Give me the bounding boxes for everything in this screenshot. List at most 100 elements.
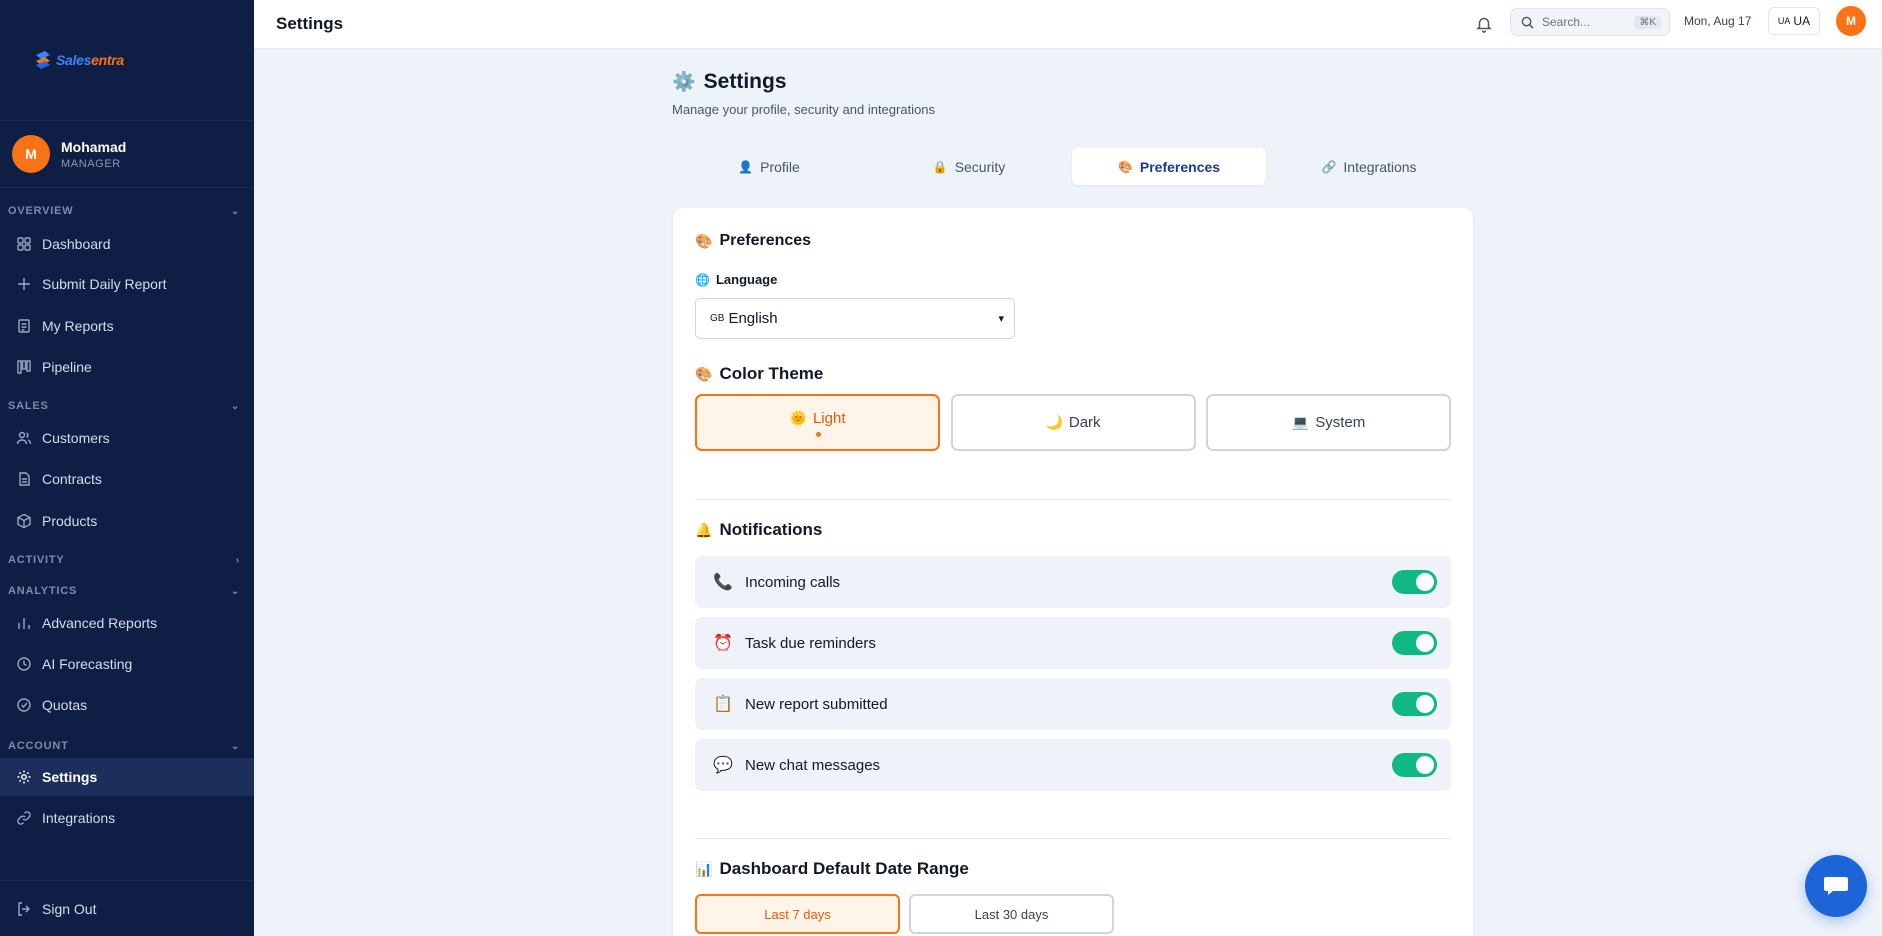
tab-profile[interactable]: 👤 Profile	[672, 148, 866, 185]
sidebar-item-label: Submit Daily Report	[42, 276, 167, 292]
plus-icon	[16, 276, 32, 292]
sidebar-item-label: Settings	[42, 769, 98, 785]
sidebar-item-my-reports[interactable]: My Reports	[0, 307, 254, 345]
incoming-calls-toggle[interactable]	[1392, 570, 1437, 594]
sidebar-item-integrations[interactable]: Integrations	[0, 799, 254, 837]
bell-icon[interactable]	[1470, 10, 1498, 38]
tab-preferences[interactable]: 🎨 Preferences	[1072, 148, 1266, 185]
sidebar-item-label: Integrations	[42, 810, 116, 826]
section-activity[interactable]: ACTIVITY ›	[8, 554, 240, 566]
laptop-icon: 💻	[1291, 414, 1310, 430]
sidebar-item-contracts[interactable]: Contracts	[0, 460, 254, 498]
section-sales[interactable]: SALES ⌄	[8, 400, 240, 412]
current-date: Mon, Aug 17	[1684, 14, 1752, 28]
sidebar-item-label: Quotas	[42, 697, 88, 713]
sidebar-footer: Sign Out	[0, 880, 254, 936]
logout-icon	[16, 901, 32, 917]
language-select[interactable]: GB English ▾	[695, 298, 1015, 339]
sidebar-item-products[interactable]: Products	[0, 502, 254, 540]
theme-system-button[interactable]: 💻 System	[1206, 394, 1451, 451]
user-icon: 👤	[738, 159, 754, 174]
bar-chart-icon	[16, 615, 32, 631]
alarm-clock-icon: ⏰	[713, 635, 733, 652]
notification-row-incoming-calls: 📞 Incoming calls	[695, 556, 1451, 608]
chevron-down-icon: ▾	[998, 313, 1004, 325]
sign-out-label: Sign Out	[42, 901, 97, 917]
sidebar-item-ai-forecasting[interactable]: AI Forecasting	[0, 645, 254, 683]
tab-integrations[interactable]: 🔗 Integrations	[1272, 148, 1466, 185]
new-report-submitted-toggle[interactable]	[1392, 692, 1437, 716]
sidebar-item-quotas[interactable]: Quotas	[0, 686, 254, 724]
page-header: ⚙️ Settings Manage your profile, securit…	[672, 70, 935, 117]
document-icon	[16, 318, 32, 334]
section-overview[interactable]: OVERVIEW ⌄	[8, 205, 240, 217]
sidebar-item-settings[interactable]: Settings	[0, 758, 254, 796]
clock-icon	[16, 656, 32, 672]
sidebar-item-dashboard[interactable]: Dashboard	[0, 225, 254, 263]
date-range-options: Last 7 days Last 30 days	[695, 894, 1123, 934]
clipboard-icon: 📋	[713, 696, 733, 713]
language-code: UA	[1793, 14, 1811, 28]
task-due-reminders-toggle[interactable]	[1392, 631, 1437, 655]
selected-indicator	[815, 432, 821, 437]
notification-label: Task due reminders	[745, 634, 876, 652]
chevron-down-icon: ⌄	[230, 585, 240, 597]
page-title: ⚙️ Settings	[672, 70, 787, 93]
check-circle-icon	[16, 697, 32, 713]
chevron-right-icon: ›	[235, 554, 240, 566]
link-icon: 🔗	[1321, 159, 1337, 174]
range-last-30-days-button[interactable]: Last 30 days	[909, 894, 1114, 934]
user-profile[interactable]: M Mohamad MANAGER	[0, 121, 254, 188]
box-icon	[16, 513, 32, 529]
lock-icon: 🔒	[932, 159, 948, 174]
avatar: M	[12, 135, 50, 173]
file-icon	[16, 471, 32, 487]
flag-icon: GB	[710, 313, 725, 324]
sidebar-item-advanced-reports[interactable]: Advanced Reports	[0, 604, 254, 642]
moon-icon: 🌙	[1045, 414, 1063, 430]
sidebar-item-pipeline[interactable]: Pipeline	[0, 348, 254, 386]
avatar[interactable]: M	[1836, 6, 1866, 36]
sidebar: Salesentra M Mohamad MANAGER OVERVIEW ⌄ D…	[0, 0, 254, 936]
language-value: English	[728, 310, 778, 327]
link-icon	[16, 810, 32, 826]
search-shortcut: ⌘K	[1634, 15, 1661, 29]
divider	[695, 499, 1451, 500]
chevron-down-icon: ⌄	[230, 205, 240, 217]
logo[interactable]: Salesentra	[0, 0, 254, 121]
user-role: MANAGER	[61, 157, 121, 170]
search-input[interactable]: Search... ⌘K	[1510, 8, 1670, 36]
notifications-heading: 🔔 Notifications	[695, 520, 823, 539]
preferences-card: 🎨 Preferences 🌐 Language GB English ▾ 🎨 Col…	[673, 208, 1473, 936]
topbar-title: Settings	[276, 14, 344, 33]
sign-out-button[interactable]: Sign Out	[0, 890, 254, 928]
theme-dark-button[interactable]: 🌙 Dark	[950, 394, 1196, 451]
gear-icon	[16, 769, 32, 785]
range-last-7-days-button[interactable]: Last 7 days	[695, 894, 900, 934]
search-icon	[1521, 16, 1534, 29]
sidebar-item-label: Contracts	[42, 471, 102, 487]
language-switcher[interactable]: UA UA	[1768, 7, 1820, 35]
section-account[interactable]: ACCOUNT ⌄	[8, 740, 240, 752]
section-analytics[interactable]: ANALYTICS ⌄	[8, 585, 240, 597]
user-name: Mohamad	[61, 138, 127, 155]
phone-icon: 📞	[713, 574, 733, 591]
sidebar-item-submit-daily-report[interactable]: Submit Daily Report	[0, 265, 254, 303]
settings-tabs: 👤 Profile 🔒 Security 🎨 Preferences 🔗 Integra…	[672, 148, 1472, 185]
sun-icon: 🌞	[789, 410, 807, 426]
tab-security[interactable]: 🔒 Security	[872, 148, 1066, 185]
theme-options: 🌞 Light 🌙 Dark 💻 System	[695, 394, 1451, 451]
sidebar-item-customers[interactable]: Customers	[0, 419, 254, 457]
sidebar-item-label: My Reports	[42, 318, 114, 334]
sidebar-item-label: Dashboard	[42, 236, 111, 252]
bell-icon: 🔔	[695, 521, 713, 538]
theme-light-button[interactable]: 🌞 Light	[695, 394, 940, 451]
language-label: 🌐 Language	[695, 272, 778, 287]
palette-icon: 🎨	[695, 365, 713, 382]
chat-button[interactable]	[1805, 855, 1867, 917]
new-chat-messages-toggle[interactable]	[1392, 753, 1437, 777]
preferences-heading: 🎨 Preferences	[695, 232, 812, 249]
logo-text: Salesentra	[56, 52, 124, 68]
notification-row-new-report-submitted: 📋 New report submitted	[695, 678, 1451, 730]
globe-icon: 🌐	[695, 272, 710, 287]
